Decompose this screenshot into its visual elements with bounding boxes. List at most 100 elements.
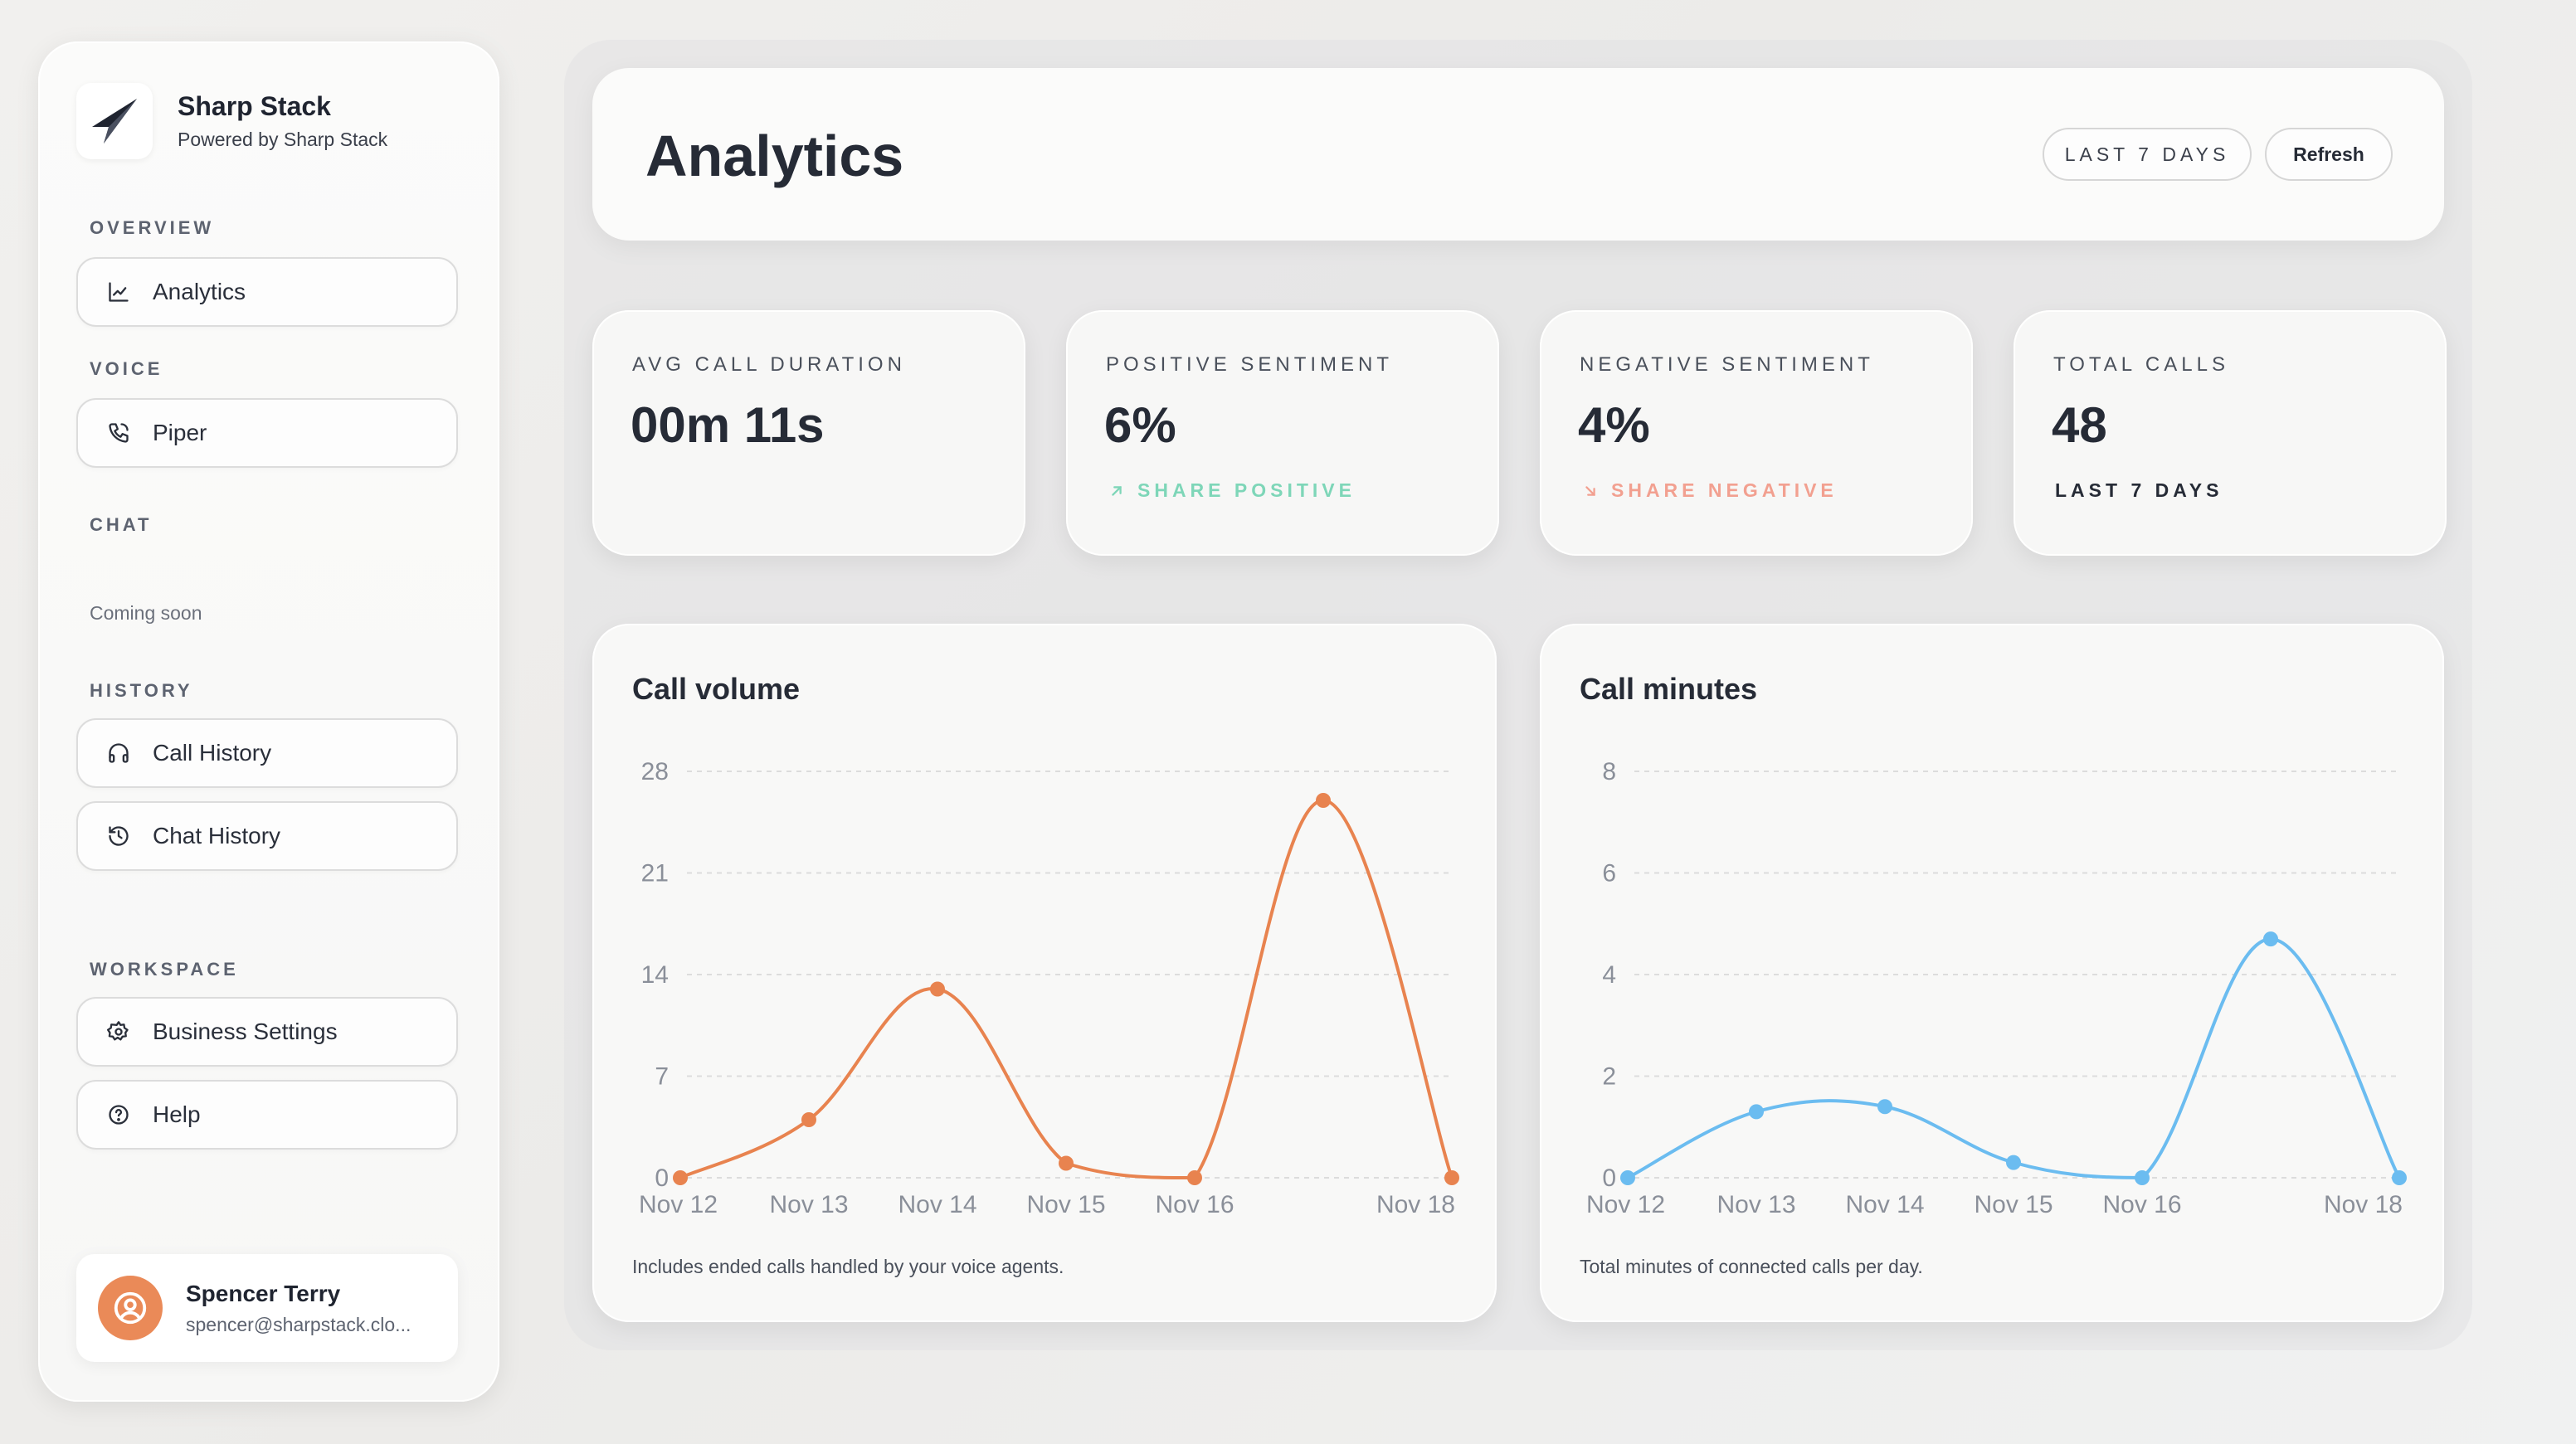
call-volume-card: Call volume 0 7 14 21 28 Nov 12 Nov 13 Nov 14 No… xyxy=(592,624,1497,1322)
stat-period: LAST 7 DAYS xyxy=(2055,479,2223,501)
x-tick-label: Nov 15 xyxy=(1974,1191,2053,1218)
series-line xyxy=(679,798,1454,1180)
stat-value: 00m 11s xyxy=(631,397,825,453)
x-tick-label: Nov 14 xyxy=(1845,1191,1924,1218)
section-label-workspace: WORKSPACE xyxy=(90,959,239,980)
stat-trend-label: SHARE NEGATIVE xyxy=(1611,479,1838,501)
y-tick-label: 21 xyxy=(641,860,669,887)
headphones-icon xyxy=(106,741,131,766)
sidebar-item-business-settings[interactable]: Business Settings xyxy=(76,997,458,1067)
stat-trend-label: SHARE POSITIVE xyxy=(1137,479,1356,501)
line-chart-icon xyxy=(106,280,131,304)
sidebar-item-call-history[interactable]: Call History xyxy=(76,718,458,788)
stat-trend: SHARE POSITIVE xyxy=(1108,479,1356,502)
y-tick-label: 28 xyxy=(641,758,669,785)
data-point xyxy=(1187,1170,1202,1185)
call-volume-chart: 0 7 14 21 28 Nov 12 Nov 13 Nov 14 Nov 15 Nov 16 No… xyxy=(639,758,1459,1218)
section-label-voice: VOICE xyxy=(90,358,163,379)
brand-logo xyxy=(76,83,153,159)
section-label-chat: CHAT xyxy=(90,514,153,535)
page-header: Analytics LAST 7 DAYS Refresh xyxy=(592,68,2444,241)
x-tick-label: Nov 16 xyxy=(1155,1191,1234,1218)
stat-value: 4% xyxy=(1578,397,1650,453)
data-point xyxy=(1059,1155,1074,1171)
data-point xyxy=(1316,793,1331,808)
stat-trend: SHARE NEGATIVE xyxy=(1581,479,1838,502)
y-tick-label: 8 xyxy=(1602,758,1616,785)
section-label-history: HISTORY xyxy=(90,680,193,701)
y-tick-label: 0 xyxy=(655,1164,669,1192)
help-circle-icon xyxy=(106,1102,131,1127)
y-tick-label: 14 xyxy=(641,961,669,989)
user-circle-icon xyxy=(114,1291,147,1325)
user-profile-card[interactable]: Spencer Terry spencer@sharpstack.clo... xyxy=(76,1254,458,1362)
sidebar-item-label: Chat History xyxy=(153,823,281,848)
arrow-down-right-icon xyxy=(1585,485,1595,496)
x-tick-label: Nov 13 xyxy=(769,1191,848,1218)
chat-coming-soon: Coming soon xyxy=(90,602,202,624)
y-tick-label: 6 xyxy=(1602,860,1616,887)
stat-card-negative-sentiment: NEGATIVE SENTIMENT 4% SHARE NEGATIVE xyxy=(1540,310,1973,556)
brand-name: Sharp Stack xyxy=(178,91,331,121)
stat-label: NEGATIVE SENTIMENT xyxy=(1580,353,1874,376)
call-minutes-card: Call minutes 0 2 4 6 8 Nov 12 Nov 13 Nov 14 Nov … xyxy=(1540,624,2444,1322)
x-tick-label: Nov 13 xyxy=(1717,1191,1795,1218)
gear-icon xyxy=(106,1019,131,1044)
x-tick-label: Nov 14 xyxy=(898,1191,976,1218)
y-tick-label: 4 xyxy=(1602,961,1616,989)
sidebar-item-label: Help xyxy=(153,1101,201,1127)
page-title: Analytics xyxy=(645,124,904,188)
sidebar-item-label: Call History xyxy=(153,740,272,766)
avatar xyxy=(98,1276,163,1340)
stat-value: 6% xyxy=(1104,397,1176,453)
stat-card-total-calls: TOTAL CALLS 48 LAST 7 DAYS xyxy=(2014,310,2447,556)
brand-subtitle: Powered by Sharp Stack xyxy=(178,129,388,150)
sidebar-item-chat-history[interactable]: Chat History xyxy=(76,801,458,871)
date-range-button[interactable]: LAST 7 DAYS xyxy=(2043,128,2252,181)
arrow-up-right-icon xyxy=(1112,485,1122,496)
x-tick-label: Nov 18 xyxy=(2324,1191,2403,1218)
data-point xyxy=(2392,1170,2407,1185)
sidebar-item-analytics[interactable]: Analytics xyxy=(76,257,458,327)
y-tick-label: 7 xyxy=(655,1063,669,1091)
x-tick-label: Nov 16 xyxy=(2102,1191,2181,1218)
section-label-overview: OVERVIEW xyxy=(90,217,215,238)
user-email: spencer@sharpstack.clo... xyxy=(186,1313,411,1335)
sidebar: Sharp Stack Powered by Sharp Stack OVERV… xyxy=(38,41,499,1402)
data-point xyxy=(930,981,945,997)
data-point xyxy=(2006,1155,2021,1170)
phone-icon xyxy=(106,421,131,445)
data-point xyxy=(1877,1099,1892,1115)
sidebar-item-help[interactable]: Help xyxy=(76,1080,458,1150)
sidebar-item-label: Piper xyxy=(153,420,207,445)
data-point xyxy=(801,1112,816,1127)
sidebar-item-label: Analytics xyxy=(153,279,246,304)
x-tick-label: Nov 12 xyxy=(639,1191,718,1218)
stat-value: 48 xyxy=(2052,397,2107,453)
x-tick-label: Nov 15 xyxy=(1026,1191,1105,1218)
data-point xyxy=(2263,931,2278,947)
sidebar-item-label: Business Settings xyxy=(153,1019,338,1044)
y-tick-label: 2 xyxy=(1602,1063,1616,1091)
data-point xyxy=(673,1170,688,1185)
x-tick-label: Nov 18 xyxy=(1376,1191,1455,1218)
data-point xyxy=(1749,1104,1764,1120)
data-point xyxy=(1620,1170,1635,1185)
user-name: Spencer Terry xyxy=(186,1280,341,1306)
chart-note: Includes ended calls handled by your voi… xyxy=(632,1256,1064,1277)
data-point xyxy=(2135,1170,2150,1185)
paper-plane-logo-icon xyxy=(92,99,137,143)
y-tick-label: 0 xyxy=(1602,1164,1616,1192)
stat-label: TOTAL CALLS xyxy=(2053,353,2229,376)
x-tick-label: Nov 12 xyxy=(1586,1191,1665,1218)
stat-card-positive-sentiment: POSITIVE SENTIMENT 6% SHARE POSITIVE xyxy=(1066,310,1499,556)
brand: Sharp Stack Powered by Sharp Stack xyxy=(76,83,387,159)
history-icon xyxy=(106,824,131,848)
sidebar-item-piper[interactable]: Piper xyxy=(76,398,458,468)
stat-label: POSITIVE SENTIMENT xyxy=(1106,353,1394,376)
data-point xyxy=(1444,1170,1459,1185)
stat-card-avg-call-duration: AVG CALL DURATION 00m 11s xyxy=(592,310,1025,556)
call-minutes-chart: 0 2 4 6 8 Nov 12 Nov 13 Nov 14 Nov 15 Nov 16 Nov 1… xyxy=(1586,758,2407,1218)
stat-label: AVG CALL DURATION xyxy=(632,353,906,376)
refresh-button[interactable]: Refresh xyxy=(2265,128,2393,181)
